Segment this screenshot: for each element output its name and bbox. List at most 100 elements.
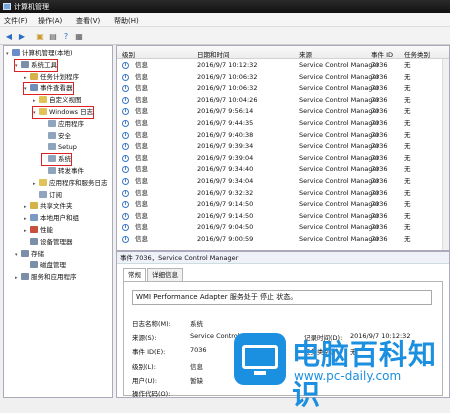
table-row[interactable]: i 信息 2016/9/7 9:14:50 Service Control Manag… — [117, 199, 449, 211]
table-row[interactable]: i 信息 2016/9/7 9:14:50 Service Control Manag… — [117, 211, 449, 223]
column-event-id[interactable]: 事件 ID — [371, 49, 393, 59]
tab-details[interactable]: 详细信息 — [147, 268, 183, 281]
event-detail-header: 事件 7036，Service Control Manager — [117, 252, 449, 264]
tree-item-label: 设备管理器 — [40, 237, 73, 246]
tree-item-label: 本地用户和组 — [40, 214, 79, 223]
tree-node-icon — [21, 249, 29, 257]
table-row[interactable]: i 信息 2016/9/7 9:34:40 Service Control Manag… — [117, 164, 449, 176]
tree-item-label: 应用程序 — [58, 119, 84, 128]
table-cell: 2016/9/7 9:39:34 — [197, 142, 254, 151]
tree-node-icon — [12, 49, 20, 56]
menu-help[interactable]: 帮助(H) — [114, 16, 139, 26]
table-row[interactable]: i 信息 2016/9/7 9:40:38 Service Control Manag… — [117, 130, 449, 142]
table-row[interactable]: i 信息 2016/9/7 9:32:32 Service Control Manag… — [117, 188, 449, 200]
tree-item[interactable]: 磁盘管理 — [24, 260, 66, 271]
menu-action[interactable]: 操作(A) — [38, 16, 62, 26]
toolbar: ◀ ▶ ▣ ▤ ? ▦ — [0, 27, 450, 45]
table-row[interactable]: i 信息 2016/9/7 9:39:04 Service Control Manag… — [117, 153, 449, 165]
watermark: 电脑百科知识 www.pc-daily.com — [232, 325, 447, 411]
tree-item[interactable]: ▾ 计算机管理(本地) — [6, 48, 73, 59]
table-cell: 7036 — [371, 188, 388, 197]
table-row[interactable]: i 信息 2016/9/7 10:04:26 Service Control Mana… — [117, 95, 449, 107]
table-row[interactable]: i 信息 2016/9/7 9:39:34 Service Control Manag… — [117, 141, 449, 153]
table-cell: 信息 — [135, 165, 148, 174]
column-task-category[interactable]: 任务类别 — [404, 49, 430, 59]
table-row[interactable]: i 信息 2016/9/7 10:06:32 Service Control Mana… — [117, 83, 449, 95]
table-cell: 7036 — [371, 95, 388, 104]
tree-item[interactable]: 订阅 — [33, 190, 62, 201]
table-row[interactable]: i 信息 2016/9/7 9:04:50 Service Control Manag… — [117, 222, 449, 234]
tree-node-icon — [30, 261, 38, 269]
tree-item-label: 存储 — [31, 249, 44, 258]
tree-item[interactable]: ▸ 服务和应用程序 — [15, 272, 77, 283]
table-row[interactable]: i 信息 2016/9/7 9:44:35 Service Control Manag… — [117, 118, 449, 130]
table-cell: Service Control Manager — [299, 188, 380, 197]
tab-general[interactable]: 常规 — [123, 268, 146, 282]
tree-item[interactable]: ▾ Windows 日志 — [31, 106, 95, 119]
tree-item-label: 自定义视图 — [49, 96, 82, 105]
table-row[interactable]: i 信息 2016/9/7 10:12:32 Service Control Mana… — [117, 60, 449, 72]
event-id-value: 7036 — [190, 346, 207, 354]
table-row[interactable]: i 信息 2016/9/7 9:56:14 Service Control Manag… — [117, 106, 449, 118]
menu-file[interactable]: 文件(F) — [4, 16, 28, 26]
table-cell: Service Control Manager — [299, 72, 380, 81]
table-row[interactable]: i 信息 2016/9/7 10:06:32 Service Control Mana… — [117, 72, 449, 84]
table-cell: 信息 — [135, 119, 148, 127]
tree-item[interactable]: 设备管理器 — [24, 237, 73, 248]
table-cell: 2016/9/7 9:40:38 — [197, 130, 254, 139]
info-icon: i — [122, 131, 129, 139]
tree-item[interactable]: ▸ 自定义视图 — [33, 95, 82, 106]
event-message: WMI Performance Adapter 服务处于 停止 状态。 — [132, 290, 432, 305]
tree-item[interactable]: ▸ 共享文件夹 — [24, 201, 73, 212]
tree-item[interactable]: 转发事件 — [42, 166, 84, 177]
event-list-scrollbar[interactable] — [442, 59, 449, 250]
column-source[interactable]: 来源 — [299, 49, 312, 59]
tree-item[interactable]: ▾ 事件查看器 — [23, 82, 74, 96]
table-cell: 2016/9/7 9:14:50 — [197, 211, 254, 220]
column-level[interactable]: 级别 — [122, 49, 135, 59]
menu-view[interactable]: 查看(V) — [76, 16, 100, 26]
table-cell: 无 — [404, 95, 411, 104]
table-cell: 7036 — [371, 165, 388, 174]
properties-icon[interactable]: ▦ — [73, 30, 85, 42]
tree-item[interactable]: 应用程序 — [42, 119, 84, 130]
table-cell: 信息 — [135, 177, 148, 185]
tree-item[interactable]: 安全 — [42, 131, 71, 142]
column-date-time[interactable]: 日期和时间 — [197, 49, 230, 59]
tree-item[interactable]: ▸ 性能 — [24, 225, 53, 236]
tree-item[interactable]: 系统 — [41, 153, 72, 167]
table-cell: 信息 — [135, 61, 148, 69]
table-cell: Service Control Manager — [299, 142, 380, 151]
table-cell: 无 — [404, 188, 411, 197]
level-label: 级别(L): — [132, 363, 156, 371]
tree-item[interactable]: ▸ 本地用户和组 — [24, 213, 79, 224]
table-cell: Service Control Manager — [299, 165, 380, 174]
folder-up-icon[interactable]: ▣ — [34, 30, 46, 42]
tree-node-icon — [21, 273, 29, 281]
table-row[interactable]: i 信息 2016/9/7 9:00:59 Service Control Manag… — [117, 234, 449, 246]
console-tree-icon[interactable]: ▤ — [47, 30, 59, 42]
table-cell: Service Control Manager — [299, 211, 380, 220]
table-cell: 2016/9/7 9:56:14 — [197, 107, 254, 116]
tree-item[interactable]: ▾ 存储 — [15, 249, 44, 260]
table-cell: 7036 — [371, 61, 388, 69]
tree-item[interactable]: ▸ 任务计划程序 — [24, 72, 79, 83]
table-cell: 无 — [404, 107, 411, 116]
help-icon[interactable]: ? — [60, 30, 72, 42]
table-cell: 2016/9/7 9:44:35 — [197, 119, 254, 127]
watermark-url: www.pc-daily.com — [294, 369, 402, 383]
table-row[interactable]: i 信息 2016/9/7 9:34:04 Service Control Manag… — [117, 176, 449, 188]
table-cell: 信息 — [135, 235, 148, 243]
table-cell: Service Control Manager — [299, 223, 380, 232]
tree-item[interactable]: ▸ 应用程序和服务日志 — [33, 178, 108, 189]
tree-item[interactable]: Setup — [42, 142, 77, 153]
table-cell: 7036 — [371, 107, 388, 116]
tree-item[interactable]: ▾ 系统工具 — [14, 58, 58, 72]
info-icon: i — [122, 166, 129, 174]
forward-arrow-icon[interactable]: ▶ — [16, 30, 28, 42]
event-list: 级别 日期和时间 来源 事件 ID 任务类别 i 信息 2016/9/7 10:12… — [116, 45, 450, 251]
back-arrow-icon[interactable]: ◀ — [3, 30, 15, 42]
info-icon: i — [122, 96, 129, 104]
tree-item-label: 任务计划程序 — [40, 72, 79, 81]
table-cell: 7036 — [371, 211, 388, 220]
